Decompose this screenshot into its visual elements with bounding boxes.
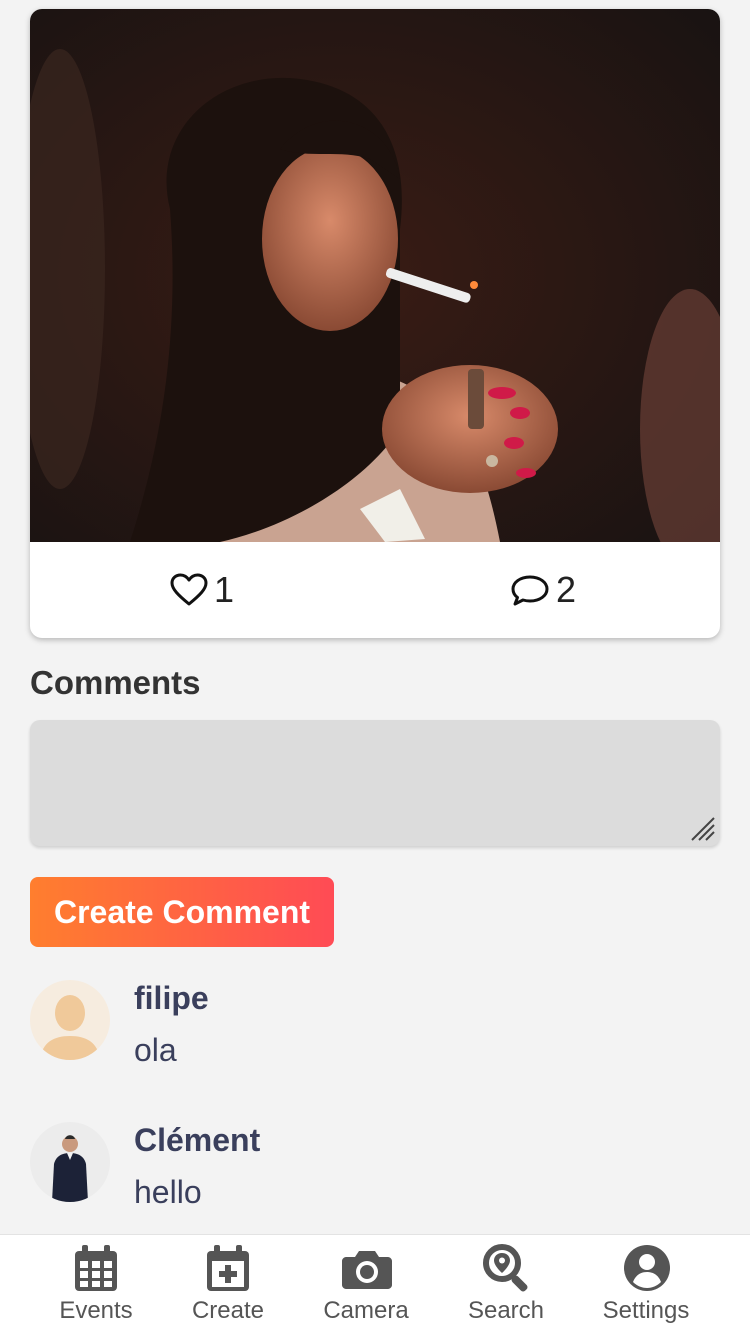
post-stats: 1 2 <box>30 542 720 638</box>
comment-author[interactable]: filipe <box>134 980 209 1017</box>
comment-text: hello <box>134 1174 202 1210</box>
resize-grip-icon[interactable] <box>690 816 716 842</box>
post-photo[interactable] <box>30 9 720 542</box>
comments-button[interactable]: 2 <box>510 569 577 610</box>
tab-label: Create <box>191 1297 265 1324</box>
calendar-plus-icon <box>207 1245 249 1291</box>
tab-label: Settings <box>602 1297 690 1324</box>
create-comment-button[interactable]: Create Comment <box>30 877 334 947</box>
bottom-tab-bar: Events Create Camera Search Settings <box>0 1234 750 1335</box>
heart-icon <box>170 573 208 606</box>
like-button[interactable]: 1 <box>170 569 235 610</box>
comment-text: ola <box>134 1032 177 1068</box>
speech-bubble-icon <box>511 575 549 606</box>
search-location-icon <box>483 1244 528 1292</box>
comment-item: filipe ola <box>30 980 720 1080</box>
tab-create[interactable]: Create <box>158 1235 298 1335</box>
tab-label: Events <box>59 1297 133 1324</box>
default-avatar-icon <box>30 980 110 1060</box>
tab-camera[interactable]: Camera <box>296 1235 436 1335</box>
tab-events[interactable]: Events <box>26 1235 166 1335</box>
like-count: 1 <box>214 569 235 610</box>
comments-heading: Comments <box>30 664 201 701</box>
avatar[interactable] <box>30 980 110 1060</box>
tab-search[interactable]: Search <box>436 1235 576 1335</box>
tab-settings[interactable]: Settings <box>576 1235 716 1335</box>
calendar-grid-icon <box>75 1245 117 1291</box>
user-circle-icon <box>624 1245 670 1291</box>
comment-input[interactable] <box>30 720 720 846</box>
tab-label: Camera <box>323 1297 409 1324</box>
comment-count: 2 <box>556 569 577 610</box>
user-photo-icon <box>30 1122 110 1202</box>
post-card: 1 2 <box>30 9 720 638</box>
tab-label: Search <box>467 1297 545 1324</box>
comment-item: Clément hello <box>30 1122 720 1222</box>
camera-icon <box>342 1251 392 1289</box>
comment-author[interactable]: Clément <box>134 1122 260 1159</box>
avatar[interactable] <box>30 1122 110 1202</box>
